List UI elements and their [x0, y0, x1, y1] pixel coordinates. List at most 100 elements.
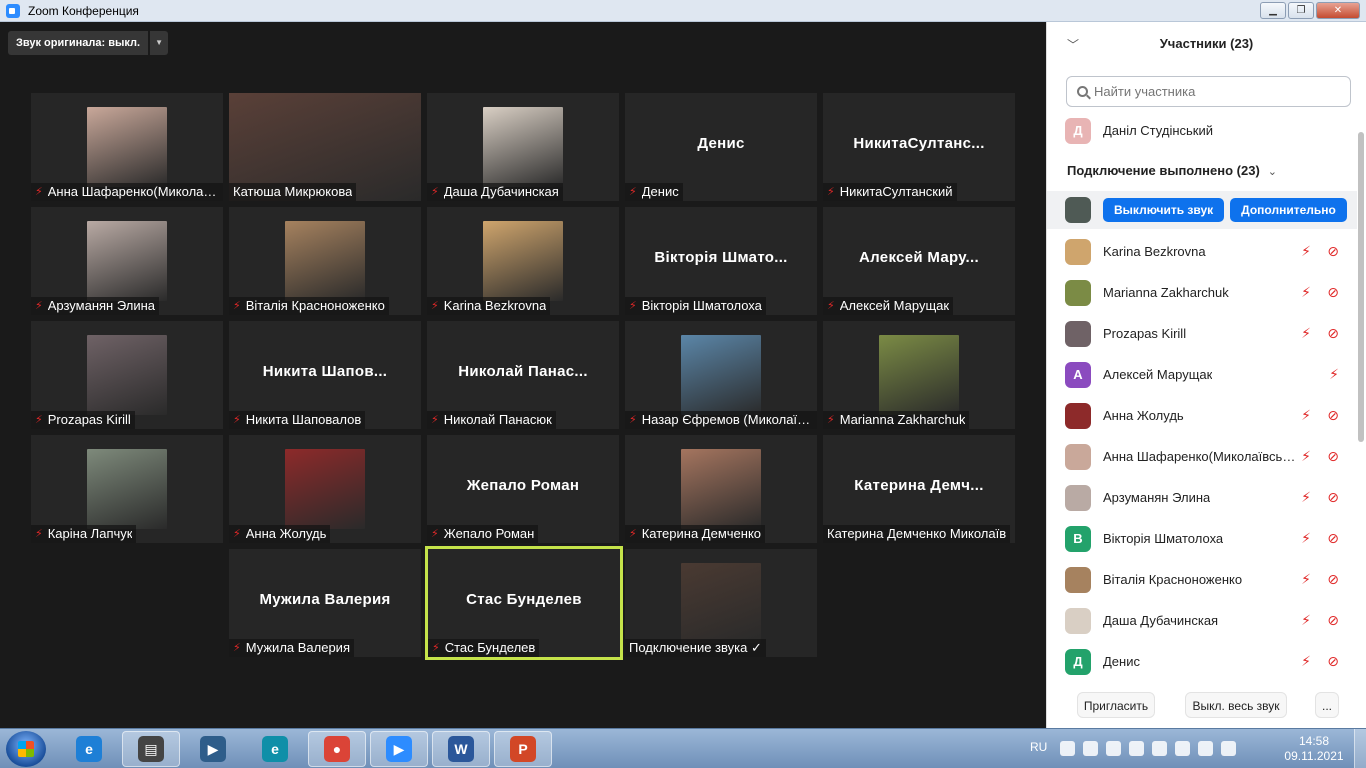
- muted-mic-icon: ⚡: [1301, 489, 1311, 505]
- participant-video-tile[interactable]: НикитаСултанс... ⚡ НикитаСултанский: [823, 93, 1015, 201]
- original-sound-label[interactable]: Звук оригинала: выкл.: [8, 31, 149, 55]
- taskbar-app-media-player[interactable]: ▶: [184, 731, 242, 767]
- participant-row[interactable]: Віталія Красноноженко ⚡ ⊘: [1047, 559, 1357, 600]
- mute-all-button[interactable]: Выкл. весь звук: [1185, 692, 1287, 718]
- minimize-button[interactable]: ▁: [1260, 2, 1286, 19]
- muted-mic-icon: ⚡: [233, 528, 241, 540]
- participant-video-tile[interactable]: Вікторія Шмато... ⚡ Вікторія Шматолоха: [625, 207, 817, 315]
- bluetooth-icon[interactable]: [1060, 741, 1075, 756]
- participant-video-tile[interactable]: ⚡ Анна Шафаренко(Миколаївськ: [31, 93, 223, 201]
- participant-row[interactable]: Анна Шафаренко(Миколаївськ... ⚡ ⊘: [1047, 436, 1357, 477]
- participant-row[interactable]: А Алексей Марущак ⚡: [1047, 354, 1357, 395]
- section-header[interactable]: Подключение выполнено (23) ⌄: [1067, 163, 1277, 178]
- start-button[interactable]: [6, 731, 46, 767]
- participant-name: Анна Шафаренко(Миколаївськ...: [1103, 449, 1298, 464]
- video-gallery: Звук оригинала: выкл. ▼ ⚡ Анна Шафаренко(…: [0, 22, 1046, 728]
- scanner-icon: ▤: [138, 736, 164, 762]
- network-icon[interactable]: [1129, 741, 1144, 756]
- participant-row[interactable]: Prozapas Kirill ⚡ ⊘: [1047, 313, 1357, 354]
- participant-video-tile[interactable]: ⚡ Prozapas Kirill: [31, 321, 223, 429]
- scrollbar[interactable]: [1358, 132, 1364, 442]
- participant-video-tile[interactable]: ⚡ Даша Дубачинская: [427, 93, 619, 201]
- participant-video-tile[interactable]: ⚡ Віталія Красноноженко: [229, 207, 421, 315]
- taskbar-app-chrome[interactable]: ●: [308, 731, 366, 767]
- volume-icon[interactable]: [1221, 741, 1236, 756]
- participant-video-tile[interactable]: Жепало Роман ⚡ Жепало Роман: [427, 435, 619, 543]
- participant-video-tile[interactable]: Катерина Демч... Катерина Демченко Микола…: [823, 435, 1015, 543]
- host-row[interactable]: Выключить звук Дополнительно: [1047, 191, 1357, 229]
- taskbar-app-word[interactable]: W: [432, 731, 490, 767]
- participant-name-label: ⚡ Вікторія Шматолоха: [625, 297, 766, 315]
- participant-display-name: Катерина Демч...: [854, 477, 984, 494]
- participant-video-tile[interactable]: ⚡ Каріна Лапчук: [31, 435, 223, 543]
- more-button[interactable]: Дополнительно: [1230, 198, 1347, 222]
- participant-row[interactable]: Marianna Zakharchuk ⚡ ⊘: [1047, 272, 1357, 313]
- participant-video: [681, 449, 761, 529]
- original-sound-control[interactable]: Звук оригинала: выкл. ▼: [8, 31, 169, 55]
- participant-video-tile[interactable]: ⚡ Karina Bezkrovna: [427, 207, 619, 315]
- camera-off-icon: ⊘: [1327, 448, 1339, 464]
- language-indicator[interactable]: RU: [1030, 740, 1047, 754]
- chevron-down-icon[interactable]: ⌄: [1268, 166, 1277, 178]
- participant-name: Marianna Zakharchuk: [1103, 285, 1229, 300]
- participant-row[interactable]: Д Денис ⚡ ⊘: [1047, 641, 1357, 682]
- participant-video-tile[interactable]: Катюша Микрюкова: [229, 93, 421, 201]
- participant-name-label: ⚡ Стас Бунделев: [428, 639, 540, 657]
- taskbar-app-zoom[interactable]: ▶: [370, 731, 428, 767]
- participant-row[interactable]: Арзуманян Элина ⚡ ⊘: [1047, 477, 1357, 518]
- zoom-tray-icon[interactable]: [1083, 741, 1098, 756]
- clock[interactable]: 14:58 09.11.2021: [1282, 734, 1346, 764]
- close-button[interactable]: ✕: [1316, 2, 1360, 19]
- participant-video-tile[interactable]: ⚡ Катерина Демченко: [625, 435, 817, 543]
- more-options-button[interactable]: ...: [1315, 692, 1339, 718]
- show-desktop-button[interactable]: [1354, 729, 1366, 768]
- participant-video: [285, 221, 365, 301]
- muted-mic-icon: ⚡: [35, 300, 43, 312]
- participant-video-tile[interactable]: Денис ⚡ Денис: [625, 93, 817, 201]
- taskbar-app-ie[interactable]: e: [60, 731, 118, 767]
- participant-video-tile[interactable]: Николай Панас... ⚡ Николай Панасюк: [427, 321, 619, 429]
- participant-name: Анна Жолудь: [1103, 408, 1184, 423]
- participant-row[interactable]: Karina Bezkrovna ⚡ ⊘: [1047, 231, 1357, 272]
- signal-icon[interactable]: [1198, 741, 1213, 756]
- system-tray[interactable]: [1060, 741, 1236, 756]
- powerpoint-icon: P: [510, 736, 536, 762]
- flag-icon[interactable]: [1152, 741, 1167, 756]
- participant-video-tile[interactable]: ⚡ Анна Жолудь: [229, 435, 421, 543]
- participant-video-tile[interactable]: Мужила Валерия ⚡ Мужила Валерия: [229, 549, 421, 657]
- taskbar-app-scanner[interactable]: ▤: [122, 731, 180, 767]
- waiting-participant-row[interactable]: Д Даніл Студінський: [1047, 110, 1357, 151]
- participant-video-tile[interactable]: ⚡ Marianna Zakharchuk: [823, 321, 1015, 429]
- participant-video-tile[interactable]: Алексей Мару... ⚡ Алексей Марущак: [823, 207, 1015, 315]
- taskbar-app-edge[interactable]: e: [246, 731, 304, 767]
- participant-name-label: ⚡ Николай Панасюк: [427, 411, 556, 429]
- search-input[interactable]: [1094, 84, 1334, 99]
- participant-name: Даша Дубачинская: [1103, 613, 1219, 628]
- participant-name-text: Анна Жолудь: [245, 526, 327, 541]
- participant-name: Денис: [1103, 654, 1140, 669]
- participant-name-text: Алексей Марущак: [839, 298, 950, 313]
- muted-mic-icon: ⚡: [1301, 571, 1311, 587]
- participant-video-tile[interactable]: Стас Бунделев ⚡ Стас Бунделев: [425, 546, 623, 660]
- chevron-down-icon[interactable]: ▼: [150, 31, 169, 55]
- participant-video: [87, 221, 167, 301]
- nvidia-icon[interactable]: [1106, 741, 1121, 756]
- participant-video-tile[interactable]: Подключение звука ✓: [625, 549, 817, 657]
- participant-name-label: ⚡ Никита Шаповалов: [229, 411, 366, 429]
- participant-search[interactable]: [1066, 76, 1351, 107]
- maximize-button[interactable]: ❐: [1288, 2, 1314, 19]
- participant-row[interactable]: Даша Дубачинская ⚡ ⊘: [1047, 600, 1357, 641]
- taskbar-app-powerpoint[interactable]: P: [494, 731, 552, 767]
- mute-button[interactable]: Выключить звук: [1103, 198, 1225, 222]
- participant-row[interactable]: Анна Жолудь ⚡ ⊘: [1047, 395, 1357, 436]
- invite-button[interactable]: Пригласить: [1077, 692, 1155, 718]
- device-icon[interactable]: [1175, 741, 1190, 756]
- participant-video-tile[interactable]: Никита Шапов... ⚡ Никита Шаповалов: [229, 321, 421, 429]
- participant-name: Karina Bezkrovna: [1103, 244, 1206, 259]
- participant-row[interactable]: В Вікторія Шматолоха ⚡ ⊘: [1047, 518, 1357, 559]
- participant-video-tile[interactable]: ⚡ Арзуманян Элина: [31, 207, 223, 315]
- muted-mic-icon: ⚡: [629, 300, 637, 312]
- camera-off-icon: ⊘: [1327, 612, 1339, 628]
- participant-video-tile[interactable]: ⚡ Назар Єфремов (Миколаївськ: [625, 321, 817, 429]
- muted-mic-icon: ⚡: [35, 414, 43, 426]
